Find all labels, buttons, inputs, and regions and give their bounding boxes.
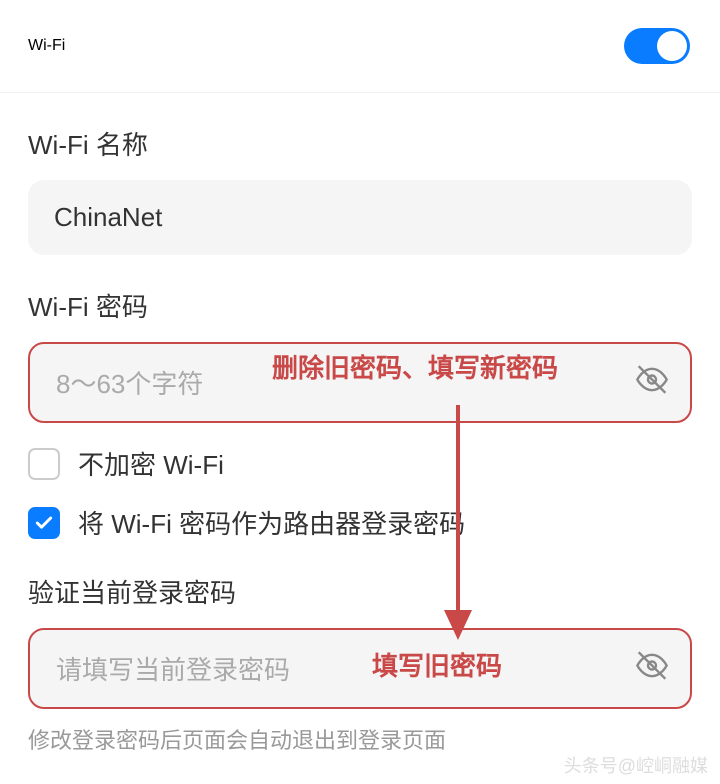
wifi-header-row: Wi-Fi <box>0 0 720 93</box>
wifi-password-section: Wi-Fi 密码 8～63个字符 删除旧密码、填写新密码 不加密 Wi-Fi 将… <box>0 255 720 541</box>
verify-password-label: 验证当前登录密码 <box>28 573 692 610</box>
wifi-password-placeholder: 8～63个字符 <box>56 364 203 401</box>
wifi-password-input[interactable]: 8～63个字符 删除旧密码、填写新密码 <box>28 342 692 423</box>
no-encrypt-checkbox[interactable] <box>28 448 60 480</box>
wifi-name-input[interactable]: ChinaNet <box>28 180 692 255</box>
no-encrypt-label: 不加密 Wi-Fi <box>78 445 224 482</box>
wifi-title: Wi-Fi <box>28 37 65 55</box>
wifi-toggle[interactable] <box>624 28 690 64</box>
verify-password-section: 验证当前登录密码 请填写当前登录密码 填写旧密码 <box>0 541 720 709</box>
use-router-pwd-row: 将 Wi-Fi 密码作为路由器登录密码 <box>28 504 692 541</box>
wifi-name-label: Wi-Fi 名称 <box>28 125 692 162</box>
verify-password-input[interactable]: 请填写当前登录密码 填写旧密码 <box>28 628 692 709</box>
use-router-pwd-label: 将 Wi-Fi 密码作为路由器登录密码 <box>78 504 465 541</box>
password-annotation: 删除旧密码、填写新密码 <box>272 352 592 386</box>
use-router-pwd-checkbox[interactable] <box>28 507 60 539</box>
eye-slash-icon[interactable] <box>636 649 668 688</box>
eye-slash-icon[interactable] <box>636 363 668 402</box>
verify-password-placeholder: 请填写当前登录密码 <box>56 650 290 687</box>
wifi-name-section: Wi-Fi 名称 ChinaNet <box>0 93 720 255</box>
wifi-password-label: Wi-Fi 密码 <box>28 287 692 324</box>
verify-annotation: 填写旧密码 <box>372 650 502 684</box>
no-encrypt-row: 不加密 Wi-Fi <box>28 445 692 482</box>
watermark-text: 头条号@崆峒融媒 <box>564 752 708 778</box>
